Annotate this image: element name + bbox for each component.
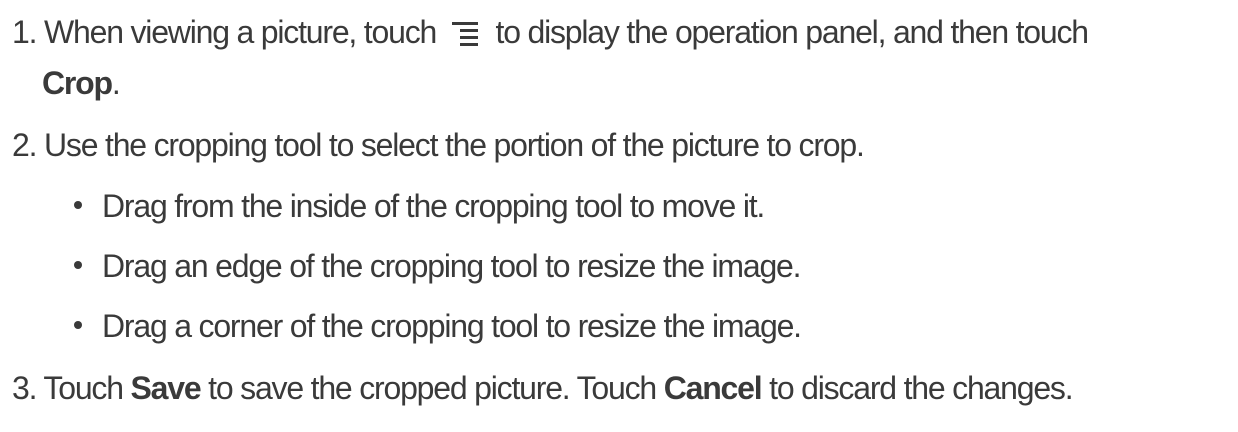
bullet-item: Drag a corner of the cropping tool to re… xyxy=(74,308,802,344)
step-3-text-c: to discard the changes. xyxy=(769,370,1073,406)
bullet-text: Drag a corner of the cropping tool to re… xyxy=(102,308,802,344)
step-3-text-a: Touch xyxy=(43,370,124,406)
crop-term: Crop xyxy=(42,65,113,101)
step-1-line-1: 1. When viewing a picture, touch to disp… xyxy=(12,14,1090,50)
step-3-line: 3. Touch Save to save the cropped pictur… xyxy=(12,370,1074,406)
step-1-number: 1. xyxy=(12,14,38,50)
bullet-dot xyxy=(74,201,82,209)
bullet-text: Drag from the inside of the cropping too… xyxy=(102,188,765,224)
step-1-text-before-icon: When viewing a picture, touch xyxy=(44,14,437,50)
bullet-text: Drag an edge of the cropping tool to res… xyxy=(102,248,802,284)
step-2-number: 2. xyxy=(12,127,38,163)
bullet-dot xyxy=(74,261,82,269)
instructions-document: 1. When viewing a picture, touch to disp… xyxy=(0,0,1238,432)
step-2-text: Use the cropping tool to select the port… xyxy=(44,127,865,163)
step-3-text-b: to save the cropped picture. Touch xyxy=(208,370,657,406)
step-1-text-after-icon: to display the operation panel, and then… xyxy=(495,14,1090,50)
save-term: Save xyxy=(130,370,202,406)
bullet-item: Drag an edge of the cropping tool to res… xyxy=(74,248,802,284)
bullet-item: Drag from the inside of the cropping too… xyxy=(74,188,765,224)
step-3-number: 3. xyxy=(12,370,38,406)
cancel-term: Cancel xyxy=(663,370,763,406)
step-1-line-2: Crop. xyxy=(42,65,121,101)
bullet-dot xyxy=(74,321,82,329)
step-2-line: 2. Use the cropping tool to select the p… xyxy=(12,127,865,163)
step-1-period: . xyxy=(111,65,121,101)
menu-icon xyxy=(450,20,480,46)
